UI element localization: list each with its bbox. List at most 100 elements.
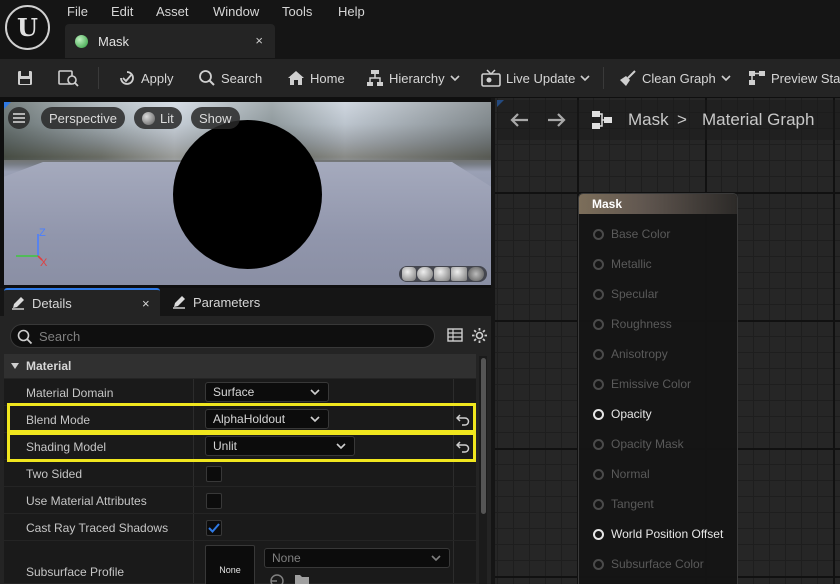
material-domain-dropdown[interactable]: Surface	[205, 382, 329, 402]
row-blend-mode: Blend Mode AlphaHoldout	[4, 406, 476, 433]
menu-tools[interactable]: Tools	[282, 4, 312, 19]
pin-connector-icon[interactable]	[593, 528, 604, 540]
node-pin[interactable]: World Position Offset	[593, 526, 723, 542]
node-pin[interactable]: Subsurface Color	[593, 556, 704, 572]
sphere-preview-icon[interactable]	[417, 267, 433, 281]
teapot-preview-icon[interactable]	[468, 267, 484, 281]
use-selected-asset-icon[interactable]	[269, 573, 285, 584]
two-sided-checkbox[interactable]	[206, 466, 222, 482]
shading-model-dropdown[interactable]: Unlit	[205, 436, 355, 456]
table-view-icon[interactable]	[447, 328, 463, 342]
menu-edit[interactable]: Edit	[111, 4, 133, 19]
cast-ray-traced-shadows-checkbox[interactable]	[206, 520, 222, 536]
breadcrumb-graph[interactable]: Material Graph	[702, 110, 814, 130]
node-pin[interactable]: Base Color	[593, 226, 670, 242]
pin-connector-icon[interactable]	[593, 258, 604, 270]
pin-connector-icon[interactable]	[593, 318, 604, 330]
lit-sphere-icon	[142, 111, 155, 125]
chevron-down-icon	[336, 443, 346, 450]
column-divider	[193, 487, 194, 513]
chevron-down-icon	[721, 75, 731, 82]
search-button[interactable]: Search	[198, 59, 262, 97]
save-button[interactable]	[16, 59, 34, 97]
plane-preview-icon[interactable]	[434, 267, 450, 281]
node-pin[interactable]: Anisotropy	[593, 346, 668, 362]
show-button[interactable]: Show	[191, 107, 240, 129]
graph-icon	[592, 111, 612, 129]
unreal-logo-icon[interactable]: U	[5, 5, 50, 50]
browse-button[interactable]	[58, 59, 80, 97]
details-scrollbar-thumb[interactable]	[481, 358, 486, 514]
tab-details[interactable]: Details ×	[4, 288, 160, 316]
live-update-label: Live Update	[506, 70, 576, 86]
pin-connector-icon[interactable]	[593, 498, 604, 510]
pin-connector-icon[interactable]	[593, 378, 604, 390]
chevron-down-icon	[310, 389, 320, 396]
live-update-icon	[481, 69, 501, 87]
pin-connector-icon[interactable]	[593, 468, 604, 480]
pin-connector-icon[interactable]	[593, 288, 604, 300]
hierarchy-button[interactable]: Hierarchy	[366, 59, 460, 97]
menu-window[interactable]: Window	[213, 4, 259, 19]
node-pin[interactable]: Metallic	[593, 256, 652, 272]
home-button[interactable]: Home	[287, 59, 345, 97]
toolbar-separator	[603, 67, 604, 89]
pin-label: Opacity	[611, 407, 652, 421]
node-pin[interactable]: Opacity	[593, 406, 652, 422]
node-pin[interactable]: Roughness	[593, 316, 672, 332]
live-update-button[interactable]: Live Update	[481, 59, 590, 97]
node-pin[interactable]: Specular	[593, 286, 658, 302]
cube-preview-icon[interactable]	[451, 267, 467, 281]
viewport-focus-corner	[4, 102, 11, 109]
menu-asset[interactable]: Asset	[156, 4, 189, 19]
blend-mode-dropdown[interactable]: AlphaHoldout	[205, 409, 329, 429]
pin-label: World Position Offset	[611, 527, 724, 541]
material-preview-viewport[interactable]: Perspective Lit Show Z X	[4, 102, 491, 285]
axis-gizmo-icon: Z X	[16, 227, 48, 266]
stats-icon	[749, 71, 765, 85]
subsurface-profile-thumbnail[interactable]: None	[205, 545, 255, 584]
perspective-button[interactable]: Perspective	[41, 107, 125, 129]
lit-button[interactable]: Lit	[134, 107, 182, 129]
row-cast-ray-traced-shadows: Cast Ray Traced Shadows	[4, 514, 476, 541]
back-arrow-icon[interactable]	[509, 112, 529, 128]
menu-file[interactable]: File	[67, 4, 88, 19]
browse-folder-icon[interactable]	[294, 573, 310, 584]
tab-parameters[interactable]: Parameters	[172, 288, 260, 316]
document-tab-mask[interactable]: Mask ×	[65, 24, 275, 58]
node-pin[interactable]: Normal	[593, 466, 650, 482]
reset-to-default-icon[interactable]	[456, 412, 470, 426]
material-section-header[interactable]: Material	[4, 354, 476, 378]
menu-help[interactable]: Help	[338, 4, 365, 19]
close-details-icon[interactable]: ×	[142, 296, 150, 311]
pin-connector-icon[interactable]	[593, 348, 604, 360]
clean-graph-button[interactable]: Clean Graph	[619, 59, 731, 97]
save-icon	[18, 71, 32, 85]
pin-connector-icon[interactable]	[593, 408, 604, 420]
preview-stats-button[interactable]: Preview Sta	[748, 59, 840, 97]
pin-connector-icon[interactable]	[593, 558, 604, 570]
row-material-domain: Material Domain Surface	[4, 379, 476, 406]
node-pin[interactable]: Emissive Color	[593, 376, 691, 392]
gear-icon[interactable]	[471, 327, 488, 344]
column-divider	[193, 541, 194, 583]
subsurface-profile-dropdown[interactable]: None	[264, 548, 450, 568]
details-search-input[interactable]: Search	[10, 324, 435, 348]
forward-arrow-icon[interactable]	[547, 112, 567, 128]
pin-label: Roughness	[611, 317, 672, 331]
pin-connector-icon[interactable]	[593, 438, 604, 450]
document-tab-bar: Mask ×	[0, 24, 840, 59]
breadcrumb-asset[interactable]: Mask	[628, 110, 669, 130]
apply-icon	[120, 71, 134, 85]
node-pin[interactable]: Tangent	[593, 496, 654, 512]
close-tab-icon[interactable]: ×	[255, 33, 263, 48]
cylinder-preview-icon[interactable]	[402, 267, 416, 281]
apply-button[interactable]: Apply	[118, 59, 174, 97]
node-pin[interactable]: Opacity Mask	[593, 436, 684, 452]
pin-connector-icon[interactable]	[593, 228, 604, 240]
reset-to-default-icon[interactable]	[456, 439, 470, 453]
viewport-options-button[interactable]	[8, 107, 30, 129]
material-result-node[interactable]: Mask Base Color Metallic Specular Roughness…	[578, 193, 738, 584]
blend-mode-label: Blend Mode	[26, 413, 91, 427]
use-material-attributes-checkbox[interactable]	[206, 493, 222, 509]
